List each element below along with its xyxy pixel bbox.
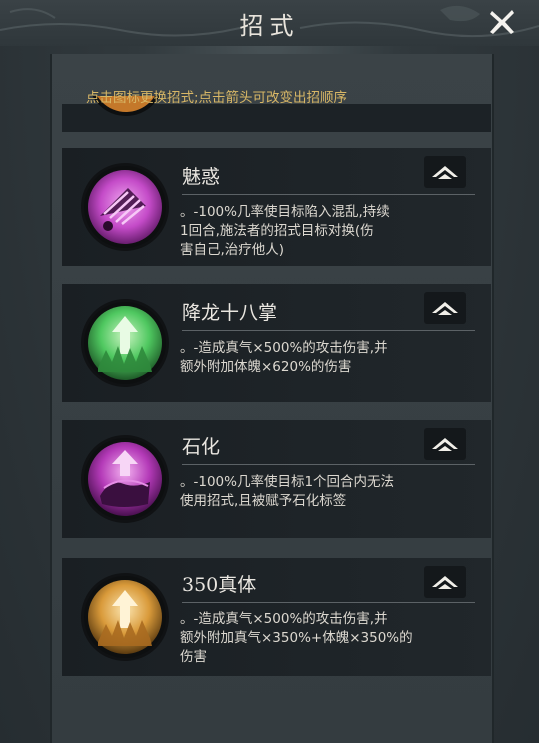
green-crystal-arrow-icon xyxy=(88,306,162,380)
desc-line: 害自己,治疗他人) xyxy=(180,242,285,258)
close-icon xyxy=(490,10,514,34)
divider xyxy=(182,330,475,331)
desc-line: 。-100%几率使目标1个回合内无法 xyxy=(180,474,395,490)
chevron-up-icon xyxy=(432,576,458,589)
move-up-button[interactable] xyxy=(424,292,466,324)
petrify-hand-icon xyxy=(88,442,162,516)
move-up-button[interactable] xyxy=(424,156,466,188)
chevron-up-icon xyxy=(432,166,458,179)
chevron-up-icon xyxy=(432,438,458,451)
skill-icon-button[interactable] xyxy=(84,576,166,658)
divider xyxy=(182,194,475,195)
divider xyxy=(182,464,475,465)
skill-card: 魅惑 。-100%几率使目标陷入混乱,持续 1回合,施法者的招式目标对换(伤 害… xyxy=(62,148,491,266)
gold-crystal-arrow-icon xyxy=(88,580,162,654)
desc-line: 额外附加体魄×620%的伤害 xyxy=(180,359,352,375)
skill-name: 石化 xyxy=(182,436,221,458)
page-title: 招式 xyxy=(239,12,300,40)
skill-card: 350真体 。-造成真气×500%的攻击伤害,并 额外附加真气×350%+体魄×… xyxy=(62,558,491,676)
divider xyxy=(182,602,475,603)
move-up-button[interactable] xyxy=(424,428,466,460)
skill-icon-button[interactable] xyxy=(84,438,166,520)
move-up-button[interactable] xyxy=(424,566,466,598)
chevron-up-icon xyxy=(432,302,458,315)
close-button[interactable] xyxy=(478,2,526,42)
skill-name: 350真体 xyxy=(182,574,257,596)
skill-icon-button[interactable] xyxy=(84,302,166,384)
desc-line: 。-100%几率使目标陷入混乱,持续 xyxy=(180,204,390,220)
desc-line: 1回合,施法者的招式目标对换(伤 xyxy=(180,223,374,239)
skill-description: 。-造成真气×500%的攻击伤害,并 额外附加真气×350%+体魄×350%的 … xyxy=(180,610,480,667)
fan-icon xyxy=(88,170,162,244)
skill-card: 石化 。-100%几率使目标1个回合内无法 使用招式,且被赋予石化标签 xyxy=(62,420,491,538)
desc-line: 。-造成真气×500%的攻击伤害,并 xyxy=(180,611,388,627)
skill-card: 降龙十八掌 。-造成真气×500%的攻击伤害,并 额外附加体魄×620%的伤害 xyxy=(62,284,491,402)
skill-description: 。-100%几率使目标1个回合内无法 使用招式,且被赋予石化标签 xyxy=(180,473,480,511)
skill-description: 。-造成真气×500%的攻击伤害,并 额外附加体魄×620%的伤害 xyxy=(180,339,480,377)
game-window: 招式 点击图标更换招式;点击箭头可改变出招顺序 魅惑 。-100%几率使目标陷入… xyxy=(0,0,539,743)
desc-line: 额外附加真气×350%+体魄×350%的 xyxy=(180,630,413,646)
skill-name: 魅惑 xyxy=(182,166,221,188)
header-bar: 招式 xyxy=(0,0,539,46)
desc-line: 使用招式,且被赋予石化标签 xyxy=(180,493,347,509)
skill-icon-button[interactable] xyxy=(84,166,166,248)
desc-line: 。-造成真气×500%的攻击伤害,并 xyxy=(180,340,388,356)
desc-line: 伤害 xyxy=(180,649,207,665)
skill-description: 。-100%几率使目标陷入混乱,持续 1回合,施法者的招式目标对换(伤 害自己,… xyxy=(180,203,480,260)
skill-name: 降龙十八掌 xyxy=(182,302,278,324)
instruction-hint: 点击图标更换招式;点击箭头可改变出招顺序 xyxy=(86,90,348,106)
